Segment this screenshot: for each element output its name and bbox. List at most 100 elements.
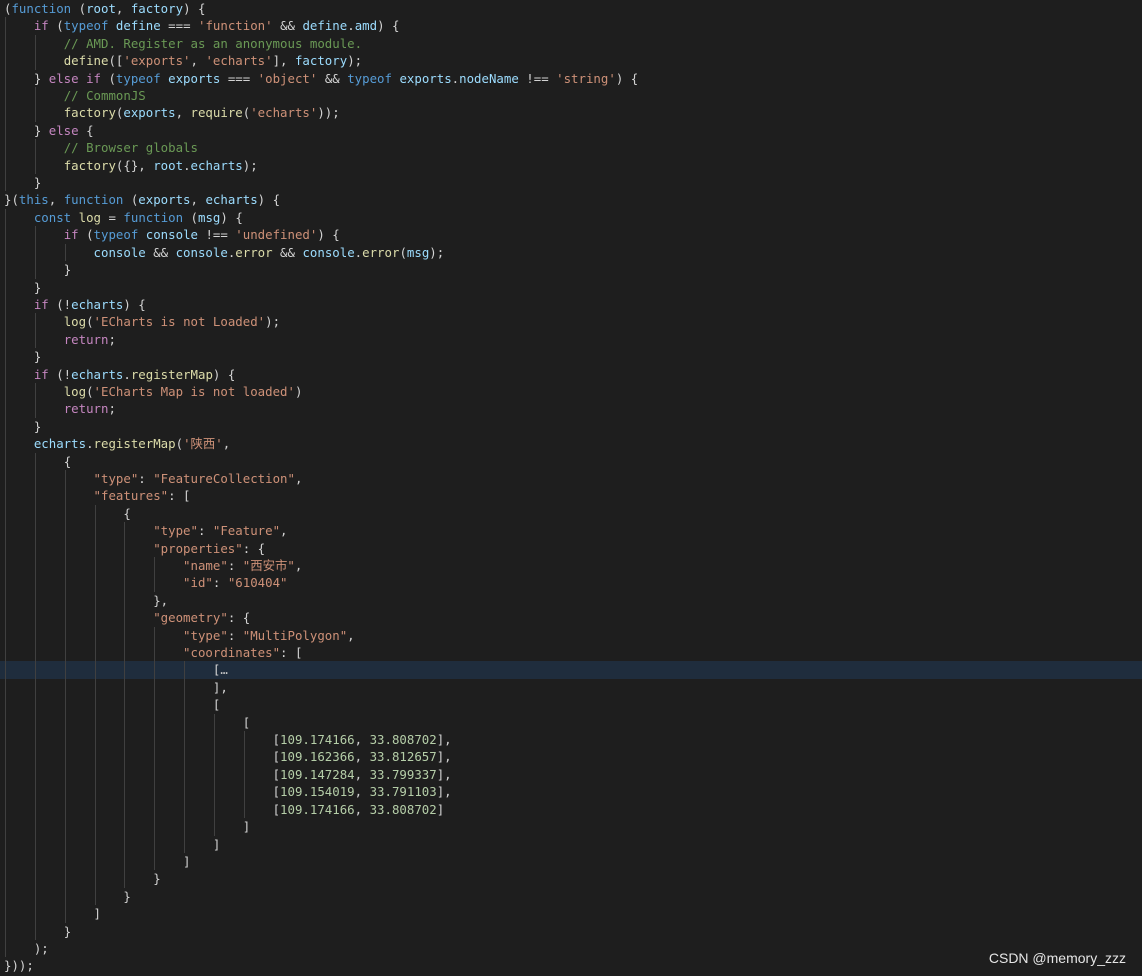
indent-guide [64, 731, 66, 749]
code-token: && [145, 244, 176, 260]
code-line[interactable]: return; [0, 330, 1142, 349]
code-line[interactable]: echarts.registerMap('陕西', [0, 435, 1142, 453]
code-lines[interactable]: (function (root, factory) { if (typeof d… [0, 0, 1142, 975]
code-line[interactable]: ); [0, 939, 1142, 958]
code-line[interactable]: } [0, 348, 1142, 366]
code-token: define [302, 18, 348, 34]
code-line[interactable]: } [0, 887, 1142, 906]
indent-guide [5, 661, 6, 679]
code-token: exports [168, 70, 221, 86]
code-token: , [175, 105, 191, 121]
indent-guide [154, 835, 156, 853]
code-line[interactable]: "type": "FeatureCollection", [0, 469, 1142, 488]
indent-guide [5, 887, 6, 906]
code-line[interactable]: [ [0, 713, 1142, 732]
code-line[interactable]: "type": "MultiPolygon", [0, 626, 1142, 645]
indent-guide [213, 731, 215, 749]
code-line[interactable]: // Browser globals [0, 139, 1142, 157]
code-line[interactable]: ] [0, 905, 1142, 923]
code-token: . [86, 436, 94, 452]
code-line[interactable]: factory({}, root.echarts); [0, 156, 1142, 175]
code-token: : { [227, 610, 251, 626]
code-line[interactable]: "type": "Feature", [0, 522, 1142, 540]
code-token: ( [86, 383, 94, 399]
code-line[interactable]: } else if (typeof exports === 'object' &… [0, 69, 1142, 88]
code-token: ) { [220, 209, 243, 225]
code-line[interactable]: } [0, 922, 1142, 940]
code-line[interactable]: }, [0, 591, 1142, 610]
code-line[interactable]: const log = function (msg) { [0, 208, 1142, 227]
code-line[interactable]: if (!echarts) { [0, 295, 1142, 314]
code-line[interactable]: "properties": { [0, 539, 1142, 557]
code-token: factory [63, 105, 116, 121]
code-token: 'echarts' [250, 105, 318, 121]
code-token: echarts [33, 436, 87, 452]
code-token: = [101, 209, 124, 225]
indent-guide [64, 870, 66, 888]
code-line[interactable]: "coordinates": [ [0, 644, 1142, 662]
code-line[interactable]: // AMD. Register as an anonymous module. [0, 34, 1142, 53]
code-token: ] [93, 906, 101, 922]
indent-guide [154, 626, 156, 645]
code-line[interactable]: ] [0, 852, 1142, 871]
code-line[interactable]: } [0, 261, 1142, 279]
code-token: , [48, 192, 64, 208]
code-line[interactable]: })); [0, 957, 1142, 974]
code-line[interactable]: "features": [ [0, 487, 1142, 505]
code-line[interactable]: "name": "西安市", [0, 557, 1142, 575]
code-line[interactable]: "geometry": { [0, 609, 1142, 627]
code-line[interactable]: ] [0, 835, 1142, 853]
code-line[interactable]: define(['exports', 'echarts'], factory); [0, 52, 1142, 70]
code-line[interactable]: [109.154019, 33.791103], [0, 783, 1142, 801]
code-line[interactable]: { [0, 504, 1142, 523]
code-line[interactable]: } [0, 278, 1142, 296]
indent-guide [124, 748, 126, 766]
folded-region-marker[interactable]: … [220, 662, 227, 677]
code-line[interactable]: } [0, 417, 1142, 436]
code-line[interactable]: ] [0, 818, 1142, 836]
code-line[interactable]: "id": "610404" [0, 574, 1142, 592]
code-line[interactable]: } [0, 870, 1142, 888]
code-line[interactable]: (function (root, factory) { [0, 0, 1142, 17]
code-line[interactable]: // CommonJS [0, 87, 1142, 105]
code-token: ( [48, 18, 64, 34]
indent-guide [64, 852, 66, 871]
code-token: echarts [71, 296, 124, 312]
indent-guide [154, 678, 156, 697]
code-line[interactable]: [… [0, 661, 1142, 679]
code-line[interactable]: factory(exports, require('echarts')); [0, 104, 1142, 122]
code-line[interactable]: [109.162366, 33.812657], [0, 748, 1142, 766]
indent-guide [64, 713, 66, 732]
code-line[interactable]: console && console.error && console.erro… [0, 243, 1142, 262]
indent-guide [213, 748, 215, 766]
code-line[interactable]: } else { [0, 121, 1142, 140]
code-line[interactable]: if (!echarts.registerMap) { [0, 365, 1142, 383]
indent-guide [243, 765, 245, 784]
code-token: ); [33, 940, 49, 956]
indent-guide [94, 870, 96, 888]
code-line[interactable]: { [0, 452, 1142, 470]
code-line[interactable]: return; [0, 400, 1142, 418]
code-line[interactable]: [109.147284, 33.799337], [0, 765, 1142, 784]
indent-guide [5, 156, 6, 175]
code-line[interactable]: log('ECharts Map is not loaded') [0, 382, 1142, 401]
code-line[interactable]: [109.174166, 33.808702], [0, 731, 1142, 749]
code-line[interactable]: }(this, function (exports, echarts) { [0, 191, 1142, 208]
indent-guide [5, 835, 6, 853]
code-line[interactable]: } [0, 174, 1142, 192]
code-line[interactable]: [ [0, 696, 1142, 714]
code-line[interactable]: log('ECharts is not Loaded'); [0, 313, 1142, 331]
indent-guide [5, 34, 6, 53]
indent-guide [94, 626, 96, 645]
code-line[interactable]: [109.174166, 33.808702] [0, 800, 1142, 819]
indent-guide [5, 313, 6, 331]
code-token: define [63, 53, 109, 69]
indent-guide [34, 800, 36, 819]
code-line[interactable]: if (typeof console !== 'undefined') { [0, 226, 1142, 244]
code-line[interactable]: ], [0, 678, 1142, 697]
code-line[interactable]: if (typeof define === 'function' && defi… [0, 17, 1142, 35]
indent-guide [124, 870, 126, 888]
code-editor[interactable]: (function (root, factory) { if (typeof d… [0, 0, 1142, 976]
indent-guide [94, 539, 96, 557]
indent-guide [213, 765, 215, 784]
